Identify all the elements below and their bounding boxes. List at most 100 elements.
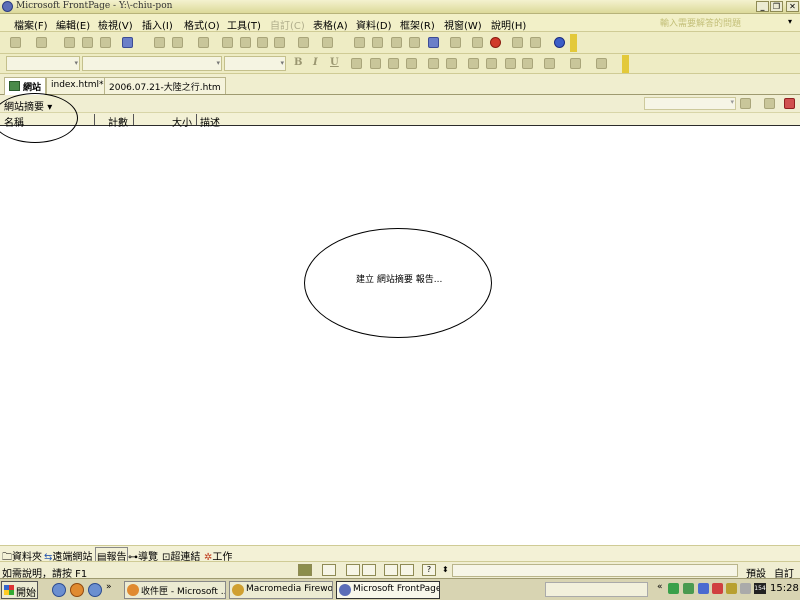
decrease-indent-icon[interactable]	[505, 58, 516, 69]
preview-icon[interactable]	[172, 37, 183, 48]
outlook-express-icon[interactable]	[70, 583, 84, 597]
copy-icon[interactable]	[240, 37, 251, 48]
clock[interactable]: 15:28	[770, 583, 799, 594]
start-button[interactable]: 開始	[1, 581, 38, 599]
web-page-icon[interactable]	[298, 564, 312, 576]
menu-edit[interactable]: 編輯(E)	[56, 17, 90, 32]
menu-format[interactable]: 格式(O)	[184, 17, 220, 32]
search-icon[interactable]	[82, 37, 93, 48]
tab-travel-page[interactable]: 2006.07.21-大陸之行.htm	[104, 77, 226, 94]
column-divider[interactable]	[133, 114, 134, 125]
font-size-select[interactable]: ▾	[224, 56, 286, 71]
cut-icon[interactable]	[222, 37, 233, 48]
task-inbox[interactable]: 收件匣 - Microsoft ...	[124, 581, 226, 599]
column-divider[interactable]	[196, 114, 197, 125]
font-color-icon[interactable]	[596, 58, 607, 69]
chevron-down-icon[interactable]: ▾	[788, 17, 792, 26]
chevron-right-icon[interactable]: »	[106, 582, 112, 592]
address-toolbar[interactable]	[545, 582, 648, 597]
keyboard-icon[interactable]	[322, 564, 336, 576]
decrease-font-icon[interactable]	[446, 58, 457, 69]
help-icon[interactable]	[554, 37, 565, 48]
edit-hyperlink-icon[interactable]	[740, 98, 751, 109]
borders-icon[interactable]	[544, 58, 555, 69]
italic-button[interactable]: I	[313, 57, 318, 68]
minimize-button[interactable]: _	[756, 1, 769, 12]
column-divider[interactable]	[94, 114, 95, 125]
task-fireworks[interactable]: Macromedia Firewo...	[229, 581, 333, 599]
tray-icon-antivirus[interactable]	[712, 583, 723, 594]
new-page-icon[interactable]	[10, 37, 21, 48]
restore-button[interactable]: ❐	[770, 1, 783, 12]
format-painter-icon[interactable]	[274, 37, 285, 48]
task-frontpage[interactable]: Microsoft FrontPage...	[336, 581, 440, 599]
tab-index-html[interactable]: index.html*	[46, 77, 109, 94]
drawing-icon[interactable]	[428, 37, 439, 48]
help-icon[interactable]: ?	[422, 564, 436, 576]
justify-icon[interactable]	[406, 58, 417, 69]
menu-file[interactable]: 檔案(F)	[14, 17, 48, 32]
publish-icon[interactable]	[100, 37, 111, 48]
numbering-icon[interactable]	[468, 58, 479, 69]
increase-font-icon[interactable]	[428, 58, 439, 69]
verify-hyperlink-icon[interactable]	[764, 98, 775, 109]
highlight-icon[interactable]	[570, 58, 581, 69]
underline-button[interactable]: U	[330, 57, 339, 68]
save-icon[interactable]	[64, 37, 75, 48]
open-icon[interactable]	[36, 37, 47, 48]
menu-custom[interactable]: 自訂(C)	[270, 17, 305, 32]
redo-icon[interactable]	[322, 37, 333, 48]
pen-icon[interactable]	[346, 564, 360, 576]
align-left-icon[interactable]	[351, 58, 362, 69]
web-component-icon[interactable]	[354, 37, 365, 48]
menu-frames[interactable]: 框架(R)	[400, 17, 435, 32]
tray-icon-blue[interactable]	[698, 583, 709, 594]
frontpage-app-icon[interactable]	[2, 1, 13, 12]
tray-expand-icon[interactable]: «	[657, 582, 663, 592]
bullets-icon[interactable]	[486, 58, 497, 69]
anchor-icon[interactable]	[530, 37, 541, 48]
align-center-icon[interactable]	[370, 58, 381, 69]
bold-button[interactable]: B	[294, 57, 302, 68]
show-desktop-icon[interactable]	[88, 583, 102, 597]
write-icon[interactable]	[362, 564, 376, 576]
undo-icon[interactable]	[298, 37, 309, 48]
insert-layer-icon[interactable]	[391, 37, 402, 48]
chevron-updown-icon[interactable]: ⬍	[442, 565, 449, 574]
stop-icon[interactable]	[490, 37, 501, 48]
ask-question-box[interactable]: 輸入需要解答的問題	[660, 16, 741, 29]
handwriting-icon[interactable]	[384, 564, 398, 576]
align-right-icon[interactable]	[388, 58, 399, 69]
close-button[interactable]: ✕	[786, 1, 799, 12]
insert-picture-icon[interactable]	[409, 37, 420, 48]
tray-icon-network[interactable]	[683, 583, 694, 594]
filter-icon[interactable]	[784, 98, 795, 109]
menu-table[interactable]: 表格(A)	[313, 17, 348, 32]
report-settings-select[interactable]: ▾	[644, 97, 736, 110]
menu-view[interactable]: 檢視(V)	[98, 17, 133, 32]
tray-icon-volume[interactable]	[726, 583, 737, 594]
style-select[interactable]: ▾	[6, 56, 80, 71]
tray-icon-green[interactable]	[668, 583, 679, 594]
menu-tools[interactable]: 工具(T)	[227, 17, 261, 32]
menu-insert[interactable]: 插入(I)	[142, 17, 173, 32]
menu-data[interactable]: 資料(D)	[356, 17, 392, 32]
code-snippet-icon[interactable]	[512, 37, 523, 48]
menu-help[interactable]: 說明(H)	[491, 17, 526, 32]
menu-window[interactable]: 視窗(W)	[444, 17, 482, 32]
ime-pad-icon[interactable]	[400, 564, 414, 576]
paste-icon[interactable]	[257, 37, 268, 48]
print-icon[interactable]	[154, 37, 165, 48]
increase-indent-icon[interactable]	[522, 58, 533, 69]
font-select[interactable]: ▾	[82, 56, 222, 71]
tray-badge[interactable]: 154	[754, 583, 766, 594]
tray-icon-gray[interactable]	[740, 583, 751, 594]
internet-explorer-icon[interactable]	[52, 583, 66, 597]
insert-table-icon[interactable]	[372, 37, 383, 48]
spelling-icon[interactable]	[198, 37, 209, 48]
hyperlink-icon[interactable]	[450, 37, 461, 48]
toolbar-options-icon[interactable]	[622, 55, 629, 73]
toolbar-options-icon[interactable]	[570, 34, 577, 52]
refresh-icon[interactable]	[472, 37, 483, 48]
toggle-pane-icon[interactable]	[122, 37, 133, 48]
